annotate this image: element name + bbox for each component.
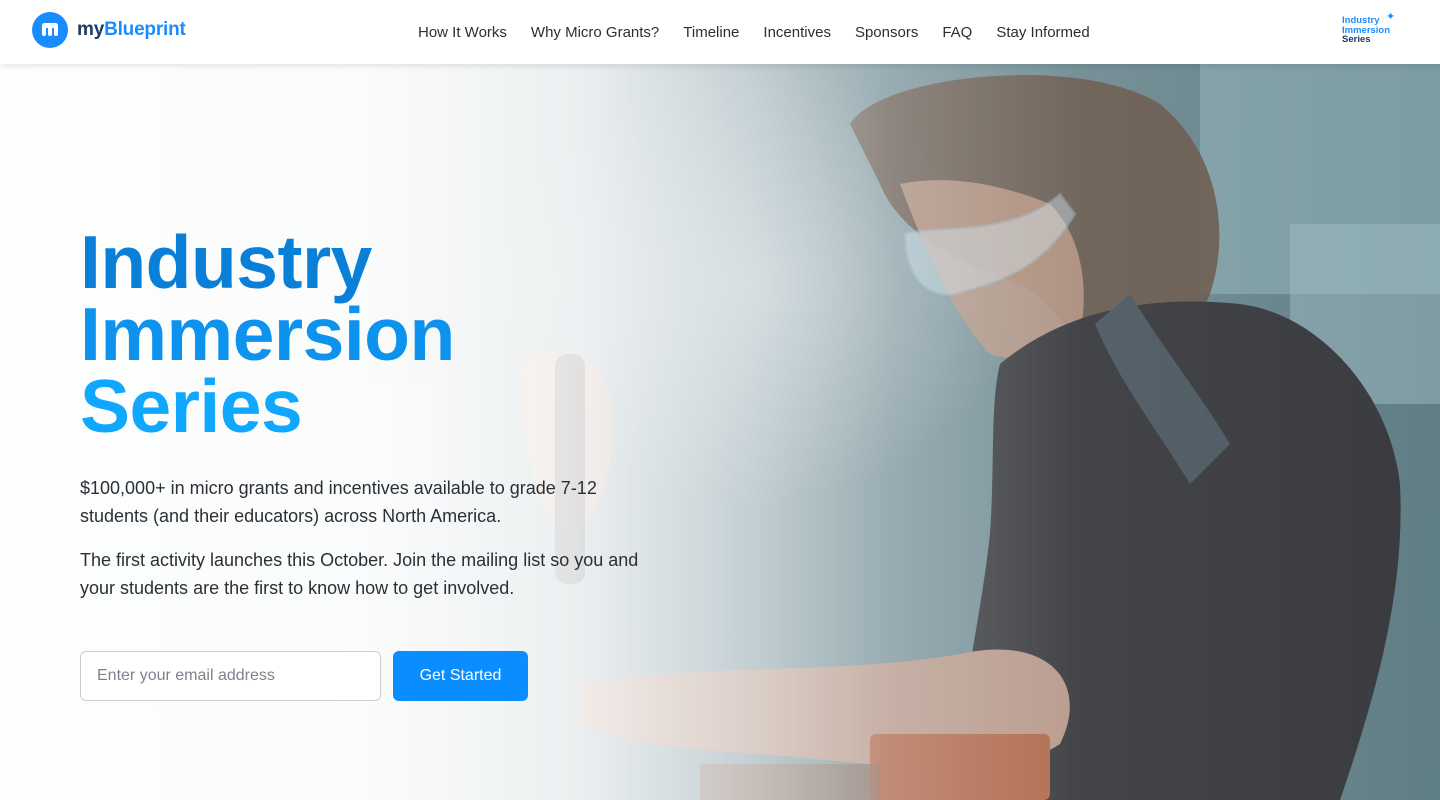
main-nav: How It Works Why Micro Grants? Timeline … [406, 0, 1102, 64]
nav-stay-informed[interactable]: Stay Informed [984, 24, 1101, 41]
site-header: myBlueprint How It Works Why Micro Grant… [0, 0, 1440, 64]
hero-description-grants: $100,000+ in micro grants and incentives… [80, 478, 597, 526]
sparkle-icon: ✦ [1386, 11, 1396, 23]
get-started-button[interactable]: Get Started [393, 651, 528, 701]
nav-faq[interactable]: FAQ [930, 24, 984, 41]
blueprint-m-logo-icon [32, 12, 68, 48]
series-logo-line3: Series [1342, 34, 1371, 45]
hero-section: Industry Immersion Series $100,000+ in m… [0, 64, 1440, 800]
brand-suffix: Blueprint [104, 19, 186, 40]
nav-sponsors[interactable]: Sponsors [843, 24, 930, 41]
hero-title: Industry Immersion Series [80, 220, 700, 448]
nav-incentives[interactable]: Incentives [751, 24, 843, 41]
nav-how-it-works[interactable]: How It Works [406, 24, 519, 41]
nav-why-micro-grants[interactable]: Why Micro Grants? [519, 24, 671, 41]
hero-title-line3: Series [80, 364, 303, 448]
myblueprint-logo-link[interactable]: myBlueprint [32, 12, 186, 48]
brand-prefix: my [77, 19, 105, 40]
hero-title-line1: Industry [80, 220, 372, 304]
hero-title-line2: Immersion [80, 292, 455, 376]
email-input[interactable] [80, 651, 381, 701]
brand-name: myBlueprint [77, 19, 186, 41]
hero-description-launch: The first activity launches this October… [80, 550, 639, 598]
nav-timeline[interactable]: Timeline [671, 24, 751, 41]
industry-immersion-series-logo: Industry Immersion Series ✦ [1342, 11, 1400, 48]
